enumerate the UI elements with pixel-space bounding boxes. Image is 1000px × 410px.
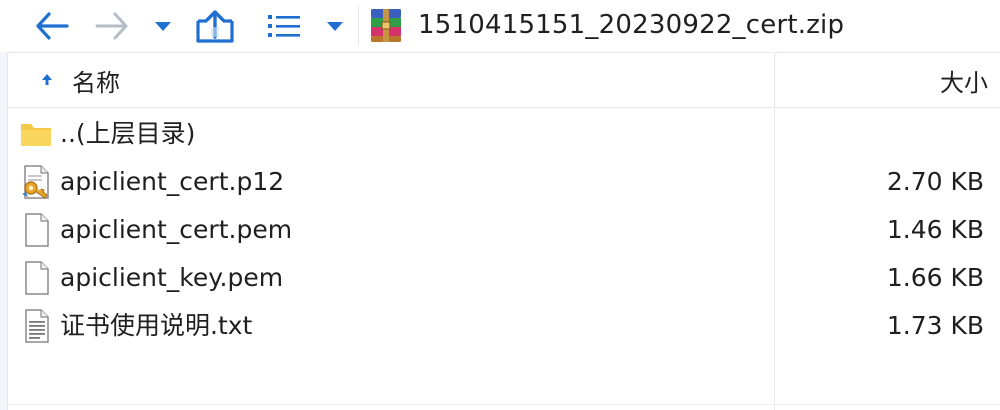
file-row[interactable]: apiclient_cert.p12 2.70 KB xyxy=(8,158,1000,206)
column-header-name[interactable]: 名称 xyxy=(8,52,772,108)
file-name: apiclient_cert.p12 xyxy=(60,167,285,196)
address-bar[interactable]: 1510415151_20230922_cert.zip xyxy=(362,0,1000,50)
blank-file-icon xyxy=(25,261,49,295)
toolbar-divider xyxy=(358,6,359,46)
arrow-left-icon xyxy=(36,12,69,40)
column-name-label: 名称 xyxy=(72,68,120,97)
history-dropdown-button[interactable] xyxy=(148,10,178,42)
sort-up-icon xyxy=(40,71,54,90)
file-name: ..(上层目录) xyxy=(60,119,196,148)
file-name: 证书使用说明.txt xyxy=(60,311,253,340)
file-name: apiclient_cert.pem xyxy=(60,215,293,244)
column-header: 名称 大小 xyxy=(0,52,1000,108)
view-mode-button[interactable] xyxy=(262,8,306,44)
folder-up-icon xyxy=(196,10,234,43)
text-file-icon xyxy=(25,309,49,343)
forward-button[interactable] xyxy=(90,6,134,46)
column-size-label: 大小 xyxy=(940,68,988,97)
winrar-archive-icon xyxy=(371,9,401,42)
list-bottom-border xyxy=(8,404,1000,405)
back-button[interactable] xyxy=(30,6,74,46)
file-size: 2.70 KB xyxy=(886,167,984,196)
up-folder-button[interactable] xyxy=(190,4,240,48)
file-row-parent-folder[interactable]: ..(上层目录) xyxy=(8,110,1000,158)
archive-window: 1510415151_20230922_cert.zip 名称 大小 ..(上层… xyxy=(0,0,1000,410)
folder-icon xyxy=(21,124,51,146)
chevron-down-icon xyxy=(155,22,171,31)
certificate-file-icon xyxy=(22,165,49,199)
column-header-size[interactable]: 大小 xyxy=(774,52,1000,108)
archive-path: 1510415151_20230922_cert.zip xyxy=(418,10,845,40)
file-name: apiclient_key.pem xyxy=(60,263,284,292)
file-size: 1.66 KB xyxy=(886,263,984,292)
file-size: 1.46 KB xyxy=(886,215,984,244)
chevron-down-icon xyxy=(327,22,343,31)
list-view-icon xyxy=(268,15,300,37)
view-dropdown-button[interactable] xyxy=(320,10,350,42)
file-row[interactable]: apiclient_key.pem 1.66 KB xyxy=(8,254,1000,302)
file-row[interactable]: apiclient_cert.pem 1.46 KB xyxy=(8,206,1000,254)
arrow-right-icon xyxy=(95,12,128,40)
toolbar: 1510415151_20230922_cert.zip xyxy=(0,0,1000,52)
file-size: 1.73 KB xyxy=(886,311,984,340)
file-row[interactable]: 证书使用说明.txt 1.73 KB xyxy=(8,302,1000,350)
blank-file-icon xyxy=(25,213,49,247)
